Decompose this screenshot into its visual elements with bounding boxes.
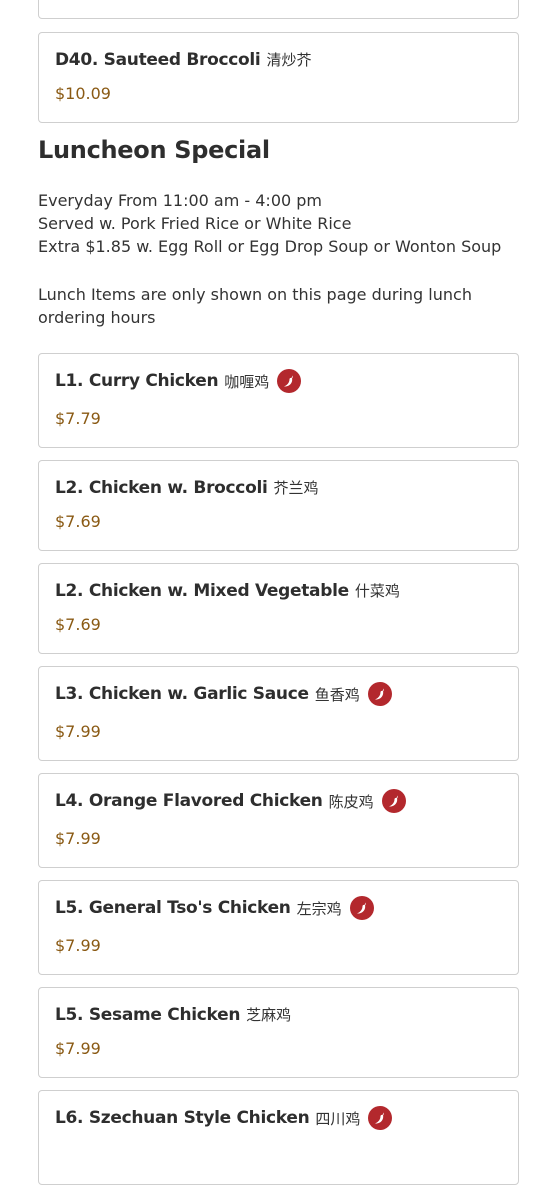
menu-item-title: L3. Chicken w. Garlic Sauce 鱼香鸡 [55, 682, 392, 706]
menu-item-title: L5. General Tso's Chicken 左宗鸡 [55, 896, 374, 920]
menu-item-card[interactable]: L2. Chicken w. Broccoli 芥兰鸡 $7.69 [38, 460, 519, 551]
menu-item-title: L1. Curry Chicken 咖喱鸡 [55, 369, 302, 393]
menu-item-chinese-name: 四川鸡 [315, 1109, 361, 1128]
menu-item-name: L3. Chicken w. Garlic Sauce [55, 684, 309, 704]
menu-item-title: L4. Orange Flavored Chicken 陈皮鸡 [55, 789, 406, 813]
menu-item-price: $7.69 [55, 615, 101, 634]
menu-item-price: $7.69 [55, 512, 101, 531]
section-title: Luncheon Special [38, 136, 270, 164]
menu-item-name: L2. Chicken w. Mixed Vegetable [55, 580, 349, 601]
menu-item-card[interactable]: L5. Sesame Chicken 芝麻鸡 $7.99 [38, 987, 519, 1078]
lunch-notice: Lunch Items are only shown on this page … [38, 285, 472, 327]
menu-item-chinese-name: 芥兰鸡 [273, 479, 319, 497]
menu-item-card[interactable]: L3. Chicken w. Garlic Sauce 鱼香鸡 $7.99 [38, 666, 519, 761]
menu-item-card[interactable]: L2. Chicken w. Mixed Vegetable 什菜鸡 $7.69 [38, 563, 519, 654]
section-info-line: Everyday From 11:00 am - 4:00 pm [38, 191, 322, 210]
menu-item-price: $7.99 [55, 936, 101, 955]
menu-item-price: $7.99 [55, 722, 101, 741]
menu-item-price: $7.79 [55, 409, 101, 428]
menu-item-chinese-name: 左宗鸡 [296, 899, 342, 918]
menu-item-chinese-name: 陈皮鸡 [328, 792, 374, 811]
menu-item-title: L2. Chicken w. Broccoli 芥兰鸡 [55, 477, 319, 498]
menu-item-card[interactable]: D40. Sauteed Broccoli 清炒芥 $10.09 [38, 32, 519, 123]
menu-item-title: D40. Sauteed Broccoli 清炒芥 [55, 49, 311, 70]
menu-item-chinese-name: 什菜鸡 [354, 582, 400, 600]
menu-item-name: L5. Sesame Chicken [55, 1004, 241, 1025]
menu-item-title: L2. Chicken w. Mixed Vegetable 什菜鸡 [55, 580, 400, 601]
menu-item-price: $7.99 [55, 829, 101, 848]
chili-pepper-icon [367, 682, 392, 706]
menu-item-title: L5. Sesame Chicken 芝麻鸡 [55, 1004, 291, 1025]
menu-item-title: L6. Szechuan Style Chicken 四川鸡 [55, 1106, 393, 1130]
menu-item-card[interactable]: L4. Orange Flavored Chicken 陈皮鸡 $7.99 [38, 773, 519, 868]
menu-item-price: $7.99 [55, 1039, 101, 1058]
menu-item-card-partial[interactable] [38, 0, 519, 19]
menu-item-card[interactable]: L5. General Tso's Chicken 左宗鸡 $7.99 [38, 880, 519, 975]
menu-item-chinese-name: 清炒芥 [266, 51, 312, 69]
chili-pepper-icon [277, 369, 302, 393]
menu-item-card[interactable]: L6. Szechuan Style Chicken 四川鸡 [38, 1090, 519, 1185]
menu-item-chinese-name: 咖喱鸡 [224, 372, 270, 391]
menu-item-chinese-name: 鱼香鸡 [314, 685, 360, 704]
menu-item-name: L4. Orange Flavored Chicken [55, 791, 323, 811]
chili-pepper-icon [368, 1106, 393, 1130]
menu-item-name: L2. Chicken w. Broccoli [55, 477, 268, 498]
section-info-line: Extra $1.85 w. Egg Roll or Egg Drop Soup… [38, 237, 502, 256]
chili-pepper-icon [381, 789, 406, 813]
section-info-line: Served w. Pork Fried Rice or White Rice [38, 214, 352, 233]
menu-item-chinese-name: 芝麻鸡 [246, 1006, 292, 1024]
menu-item-name: L5. General Tso's Chicken [55, 898, 291, 918]
menu-item-name: L1. Curry Chicken [55, 371, 219, 391]
chili-pepper-icon [349, 896, 374, 920]
menu-item-name: L6. Szechuan Style Chicken [55, 1108, 310, 1128]
menu-item-card[interactable]: L1. Curry Chicken 咖喱鸡 $7.79 [38, 353, 519, 448]
menu-item-price: $10.09 [55, 84, 111, 103]
menu-item-name: D40. Sauteed Broccoli [55, 49, 261, 70]
